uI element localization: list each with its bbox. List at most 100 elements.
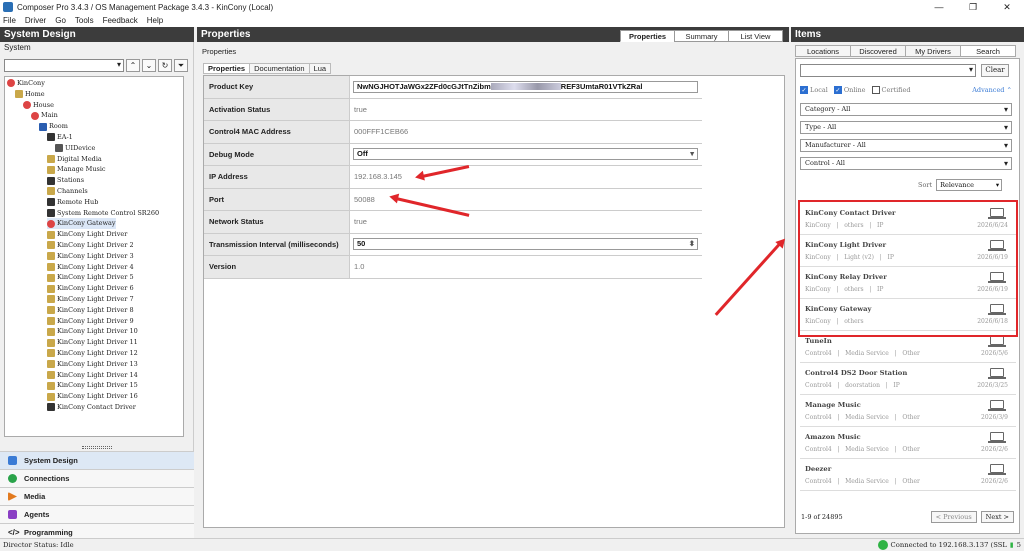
splitter-handle[interactable] (82, 446, 112, 449)
search-input[interactable] (800, 64, 976, 77)
tab-locations[interactable]: Locations (795, 45, 851, 57)
clear-button[interactable]: Clear (981, 64, 1009, 77)
maximize-icon[interactable]: ❐ (956, 0, 990, 14)
tree-node[interactable]: UIDevice (55, 143, 95, 154)
tree-node[interactable]: KinCony Light Driver 6 (47, 283, 134, 294)
property-value: 000FFF1CEB66 (354, 127, 409, 137)
tree-node[interactable]: KinCony Light Driver 7 (47, 294, 134, 305)
control-filter[interactable]: Control - All (800, 157, 1012, 170)
minimize-icon[interactable]: — (922, 0, 956, 14)
next-button[interactable]: Next > (980, 511, 1014, 523)
property-row: Port 50088 (204, 188, 702, 211)
tree-node[interactable]: KinCony Gateway (47, 218, 116, 230)
driver-date: 2026/2/6 (981, 446, 1008, 453)
tree-node[interactable]: Channels (47, 186, 88, 197)
close-icon[interactable]: ✕ (990, 0, 1024, 14)
nav-label: System Design (24, 456, 78, 465)
nav-connections[interactable]: Connections (0, 469, 194, 487)
tree-node[interactable]: Home (15, 89, 45, 100)
property-grid: Product Key NwNGJHOTJaWGx2ZFd0cGJtTnZibm… (203, 75, 785, 528)
gear-icon (8, 510, 17, 519)
tree-node[interactable]: KinCony Light Driver 11 (47, 337, 138, 348)
driver-list-item[interactable]: Amazon Music Control4 | Media Service | O… (800, 427, 1016, 459)
window-controls: — ❐ ✕ (922, 0, 1024, 14)
title-bar: Composer Pro 3.4.3 / OS Management Packa… (0, 0, 1024, 14)
tree-node-label: Manage Music (57, 165, 106, 174)
view-tabs: Properties Summary List View (620, 30, 783, 42)
tree-node[interactable]: Room (39, 121, 68, 132)
menu-file[interactable]: File (3, 16, 16, 25)
tree-node[interactable]: House (23, 100, 54, 111)
property-row: Debug Mode Off (204, 143, 702, 166)
red-node-icon (47, 219, 55, 228)
nav-media[interactable]: Media (0, 487, 194, 505)
property-key: Transmission Interval (milliseconds) (204, 233, 350, 255)
tree-node[interactable]: KinCony (7, 78, 45, 89)
tab-list-view[interactable]: List View (728, 30, 783, 42)
subtab-lua[interactable]: Lua (308, 63, 332, 74)
tree-node-label: System Remote Control SR260 (57, 208, 160, 217)
driver-list-item[interactable]: Manage Music Control4 | Media Service | O… (800, 395, 1016, 427)
driver-meta: Control4 | Media Service | Other (805, 414, 920, 421)
tree-node[interactable]: KinCony Contact Driver (47, 402, 136, 413)
tree-node[interactable]: KinCony Light Driver 16 (47, 391, 138, 402)
menu-feedback[interactable]: Feedback (103, 16, 138, 25)
subtab-documentation[interactable]: Documentation (249, 63, 310, 74)
tree-node[interactable]: Manage Music (47, 164, 106, 175)
debug-mode-select[interactable]: Off (353, 148, 698, 161)
chevron-down-icon[interactable]: ⌄ (142, 59, 156, 72)
certified-checkbox[interactable]: Certified (871, 86, 911, 94)
chevron-up-icon[interactable]: ⌃ (126, 59, 140, 72)
tree-node[interactable]: KinCony Light Driver 13 (47, 359, 138, 370)
menu-driver[interactable]: Driver (25, 16, 46, 25)
tree-node[interactable]: KinCony Light Driver 8 (47, 305, 134, 316)
tree-search-combo[interactable] (4, 59, 124, 72)
interval-spinner[interactable]: 50 (353, 238, 698, 251)
driver-name: Amazon Music (805, 433, 861, 441)
tree-node[interactable]: KinCony Light Driver 10 (47, 326, 138, 337)
red-node-icon (23, 100, 31, 109)
tab-my-drivers[interactable]: My Drivers (905, 45, 961, 57)
type-filter[interactable]: Type - All (800, 121, 1012, 134)
menu-tools[interactable]: Tools (75, 16, 94, 25)
nav-system-design[interactable]: System Design (0, 451, 194, 469)
tab-properties[interactable]: Properties (620, 30, 675, 42)
tree-node[interactable]: KinCony Light Driver 4 (47, 262, 134, 273)
tree-node[interactable]: KinCony Light Driver 14 (47, 370, 138, 381)
tree-node[interactable]: KinCony Light Driver 5 (47, 272, 134, 283)
tree-node[interactable]: KinCony Light Driver (47, 229, 127, 240)
driver-list-item[interactable]: Control4 DS2 Door Station Control4 | door… (800, 363, 1016, 395)
nav-agents[interactable]: Agents (0, 505, 194, 523)
house-node-icon (47, 273, 55, 282)
tab-summary[interactable]: Summary (674, 30, 729, 42)
manufacturer-filter[interactable]: Manufacturer - All (800, 139, 1012, 152)
tree-node[interactable]: KinCony Light Driver 2 (47, 240, 134, 251)
tree-node[interactable]: Digital Media (47, 154, 102, 165)
menu-help[interactable]: Help (147, 16, 163, 25)
items-tabs: Locations Discovered My Drivers Search (795, 45, 1016, 57)
filter-icon[interactable]: ⏷ (174, 59, 188, 72)
tree-node[interactable]: Main (31, 110, 58, 121)
previous-button[interactable]: < Previous (930, 511, 977, 523)
product-key-field[interactable]: NwNGJHOTJaWGx2ZFd0cGJtTnZibm REF3UmtaR01V… (353, 80, 698, 93)
sort-select[interactable]: Relevance (936, 179, 1003, 191)
tree-node[interactable]: KinCony Light Driver 9 (47, 316, 134, 327)
driver-list-item[interactable]: Deezer Control4 | Media Service | Other 20… (800, 459, 1016, 491)
tree-node[interactable]: System Remote Control SR260 (47, 208, 159, 219)
status-bar: Director Status: Idle Connected to 192.1… (0, 538, 1024, 551)
category-filter[interactable]: Category - All (800, 103, 1012, 116)
tree-node[interactable]: Stations (47, 175, 84, 186)
tree-node[interactable]: KinCony Light Driver 15 (47, 380, 138, 391)
menu-go[interactable]: Go (55, 16, 66, 25)
subtab-properties[interactable]: Properties (203, 63, 251, 74)
tab-discovered[interactable]: Discovered (850, 45, 906, 57)
tree-node[interactable]: EA-1 (47, 132, 73, 143)
refresh-icon[interactable]: ↻ (158, 59, 172, 72)
advanced-link[interactable]: Advanced ⌃ (972, 86, 1012, 94)
tree-node[interactable]: KinCony Light Driver 3 (47, 251, 134, 262)
tree-node[interactable]: KinCony Light Driver 12 (47, 348, 138, 359)
tree-node[interactable]: Remote Hub (47, 197, 98, 208)
local-checkbox[interactable]: ✓ Local (800, 86, 828, 94)
online-checkbox[interactable]: ✓ Online (833, 86, 866, 94)
tab-search[interactable]: Search (960, 45, 1016, 57)
